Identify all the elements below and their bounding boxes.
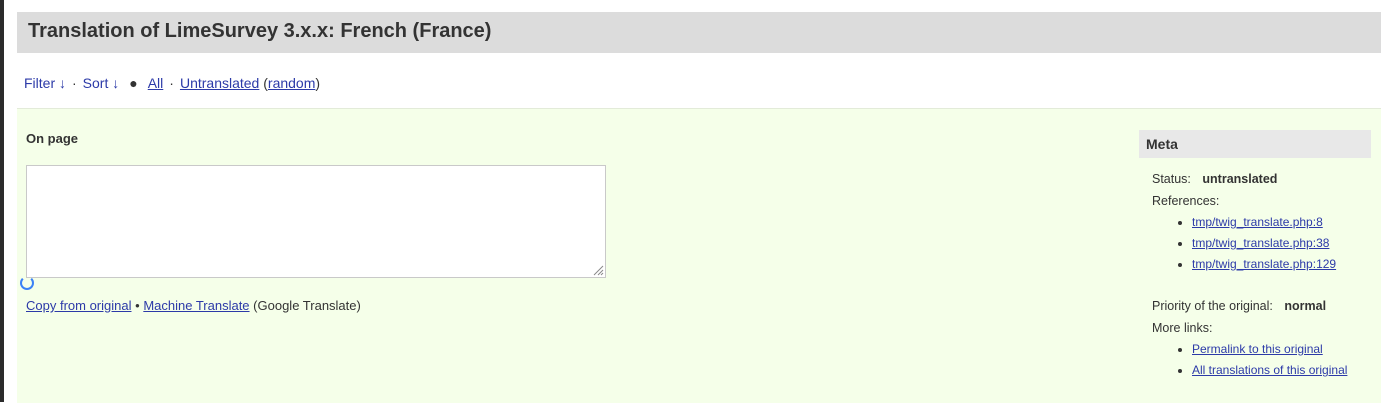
separator-dot: ·: [72, 75, 77, 91]
resize-grip-icon[interactable]: [592, 264, 604, 276]
filter-random-link[interactable]: random: [268, 75, 315, 91]
reference-link[interactable]: tmp/twig_translate.php:8: [1192, 215, 1323, 229]
meta-title: Meta: [1139, 130, 1371, 158]
status-value: untranslated: [1202, 172, 1278, 186]
filter-untranslated-link[interactable]: Untranslated: [180, 75, 259, 91]
references-list: tmp/twig_translate.php:8 tmp/twig_transl…: [1152, 212, 1371, 275]
meta-body: Status: untranslated References: tmp/twi…: [1139, 168, 1371, 381]
status-label: Status:: [1152, 172, 1191, 186]
separator-bullet: ●: [129, 75, 138, 91]
filter-sort-bar: Filter ↓ · Sort ↓ ● All · Untranslated (random…: [24, 75, 321, 91]
machine-translate-provider: (Google Translate): [253, 298, 361, 313]
machine-translate-link[interactable]: Machine Translate: [143, 298, 249, 313]
reference-link[interactable]: tmp/twig_translate.php:38: [1192, 236, 1329, 250]
separator-bullet: •: [135, 298, 140, 313]
separator-dot: ·: [169, 75, 174, 91]
page-header: Translation of LimeSurvey 3.x.x: French …: [17, 12, 1381, 53]
priority-label: Priority of the original:: [1152, 299, 1273, 313]
loading-spinner-icon: [20, 276, 34, 290]
translation-textarea[interactable]: [26, 165, 606, 278]
list-item: tmp/twig_translate.php:38: [1192, 233, 1371, 254]
priority-row: Priority of the original: normal: [1152, 295, 1371, 317]
meta-panel: Meta Status: untranslated References: tm…: [1139, 130, 1371, 381]
translation-editor: On page Copy from original • Machine Tra…: [17, 108, 1381, 403]
references-label: References:: [1152, 194, 1220, 208]
copy-from-original-link[interactable]: Copy from original: [26, 298, 132, 313]
original-label: On page: [26, 131, 79, 146]
filter-all-link[interactable]: All: [148, 75, 164, 91]
more-links-label: More links:: [1152, 321, 1213, 335]
window-left-edge: [0, 0, 4, 402]
all-translations-link[interactable]: All translations of this original: [1192, 363, 1347, 377]
list-item: All translations of this original: [1192, 360, 1371, 381]
list-item: tmp/twig_translate.php:129: [1192, 254, 1371, 275]
priority-value: normal: [1284, 299, 1327, 313]
list-item: Permalink to this original: [1192, 339, 1371, 360]
page-title: Translation of LimeSurvey 3.x.x: French …: [28, 20, 492, 42]
sort-toggle[interactable]: Sort ↓: [83, 75, 120, 91]
permalink-link[interactable]: Permalink to this original: [1192, 342, 1323, 356]
list-item: tmp/twig_translate.php:8: [1192, 212, 1371, 233]
status-row: Status: untranslated: [1152, 168, 1371, 190]
filter-toggle[interactable]: Filter ↓: [24, 75, 66, 91]
translation-actions: Copy from original • Machine Translate (…: [26, 298, 361, 313]
more-links-list: Permalink to this original All translati…: [1152, 339, 1371, 381]
reference-link[interactable]: tmp/twig_translate.php:129: [1192, 257, 1336, 271]
